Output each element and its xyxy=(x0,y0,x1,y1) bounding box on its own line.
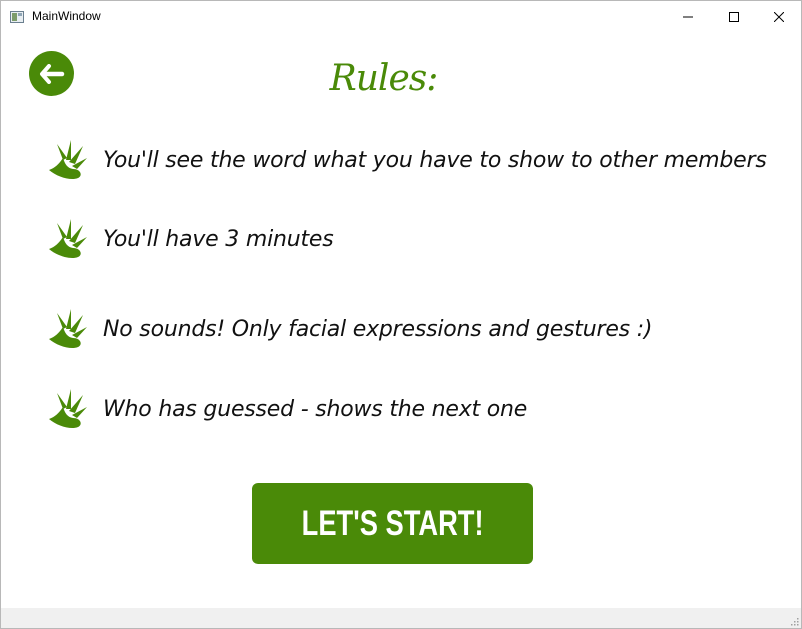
rule-text: You'll see the word what you have to sho… xyxy=(103,147,767,173)
main-window: MainWindow Rules: You'll see the word wh… xyxy=(0,0,802,629)
back-button[interactable] xyxy=(29,51,74,96)
minimize-button[interactable] xyxy=(665,1,711,32)
rule-item: You'll have 3 minutes xyxy=(45,217,334,261)
dino-footprint-icon xyxy=(49,389,87,429)
maximize-icon xyxy=(729,11,739,22)
resize-grip-icon[interactable] xyxy=(789,616,799,626)
app-window-icon xyxy=(10,11,24,23)
dino-footprint-icon xyxy=(49,309,87,349)
dino-footprint-icon xyxy=(49,219,87,259)
close-button[interactable] xyxy=(756,1,801,32)
page-title: Rules: xyxy=(329,58,439,99)
dino-footprint-icon xyxy=(49,140,87,180)
start-button[interactable]: LET'S START! xyxy=(252,483,533,564)
close-icon xyxy=(774,11,784,22)
rule-item: You'll see the word what you have to sho… xyxy=(45,138,767,182)
window-title: MainWindow xyxy=(32,9,101,23)
rule-text: Who has guessed - shows the next one xyxy=(103,396,528,422)
maximize-button[interactable] xyxy=(711,1,757,32)
minimize-icon xyxy=(683,16,693,17)
arrow-left-icon xyxy=(39,63,64,84)
rule-item: No sounds! Only facial expressions and g… xyxy=(45,307,653,351)
title-bar[interactable]: MainWindow xyxy=(1,1,801,32)
start-button-label: LET'S START! xyxy=(301,503,484,543)
rule-text: You'll have 3 minutes xyxy=(103,226,334,252)
rule-item: Who has guessed - shows the next one xyxy=(45,387,527,431)
status-bar xyxy=(1,608,801,628)
rule-text: No sounds! Only facial expressions and g… xyxy=(103,316,653,342)
